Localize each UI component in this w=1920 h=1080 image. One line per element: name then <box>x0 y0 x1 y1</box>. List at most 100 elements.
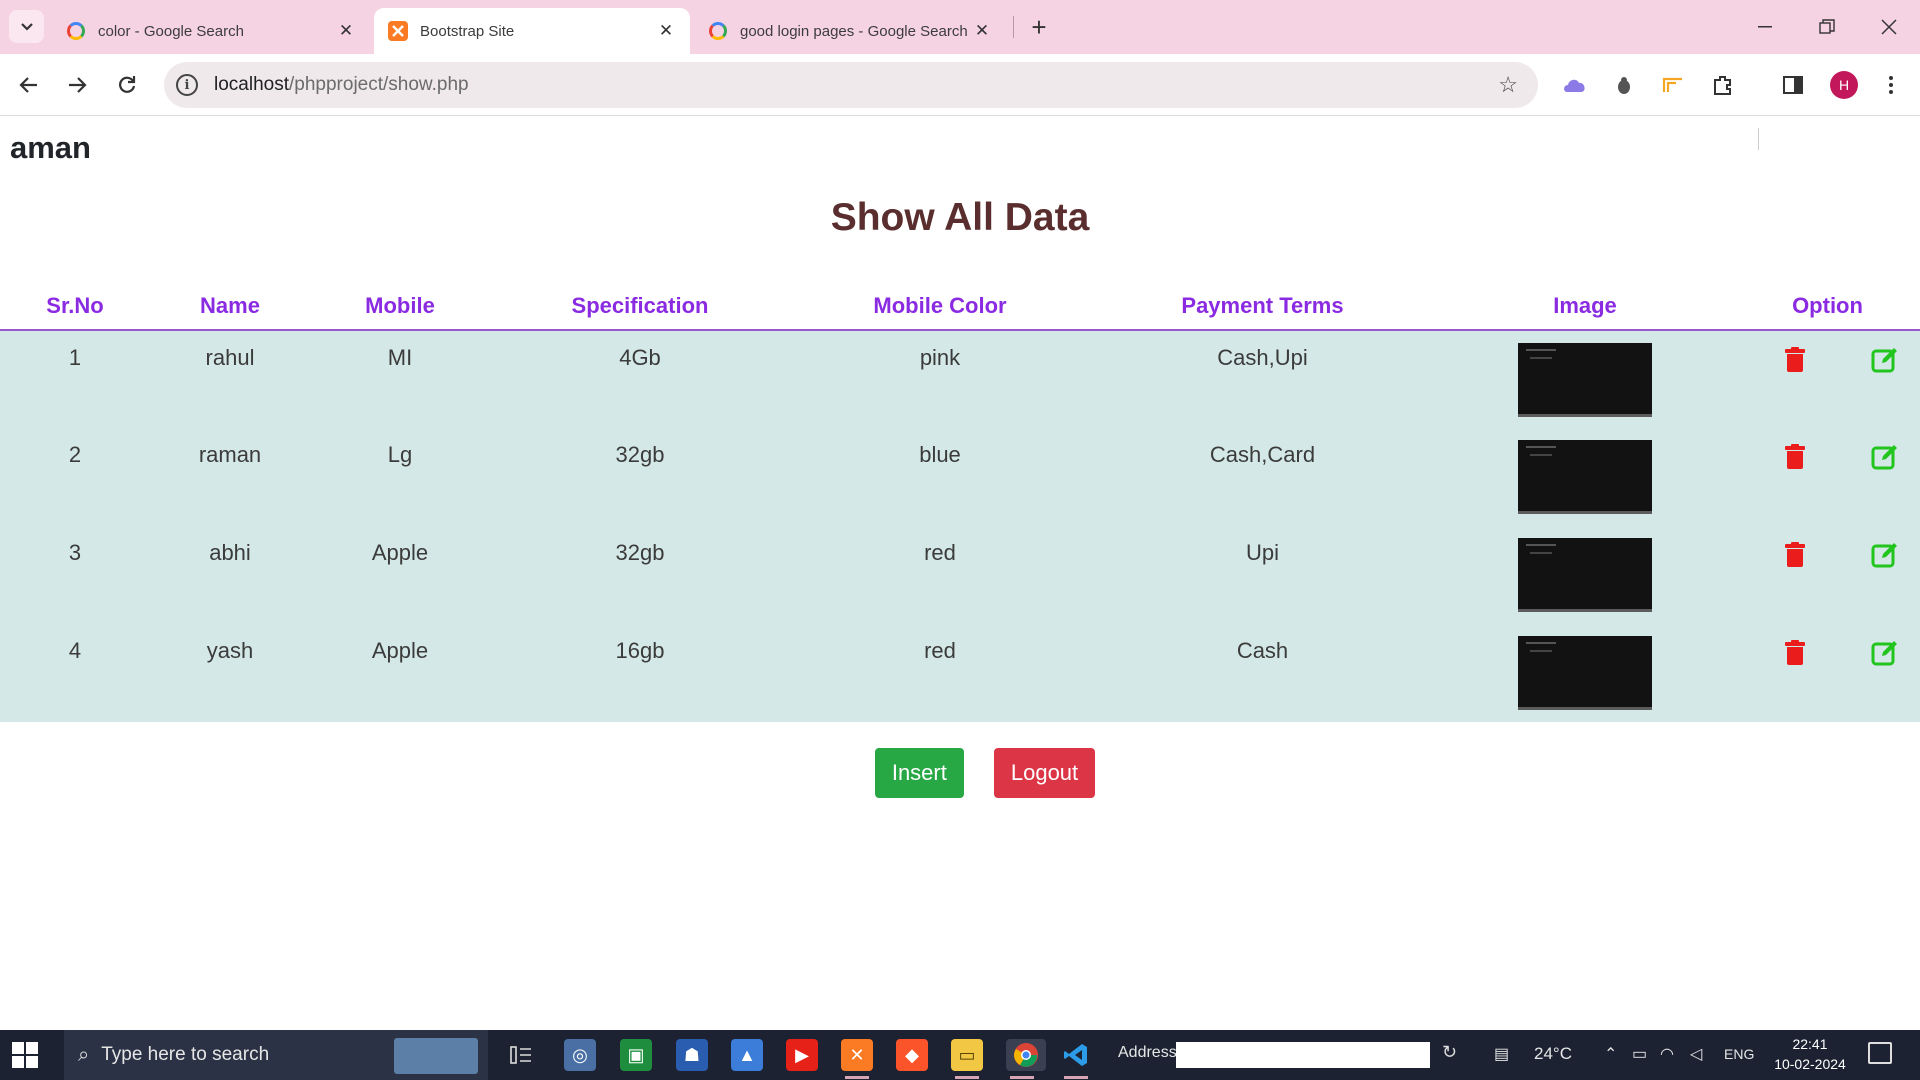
new-tab-button[interactable]: + <box>1024 12 1054 42</box>
arrow-right-icon <box>69 77 87 93</box>
cell-options <box>1735 526 1920 624</box>
tab-color-search[interactable]: color - Google Search ✕ <box>52 8 370 54</box>
cell-mobile-color: blue <box>790 428 1090 526</box>
cell-mobile-color: red <box>790 624 1090 722</box>
taskbar-search-box[interactable]: ⌕ Type here to search <box>64 1030 488 1080</box>
cell-payment-terms: Cash,Upi <box>1090 330 1435 428</box>
table-row: 1 rahul MI 4Gb pink Cash,Upi <box>0 330 1920 428</box>
chevron-up-icon[interactable]: ⌃ <box>1604 1044 1617 1064</box>
refresh-icon[interactable]: ↻ <box>1442 1042 1457 1063</box>
task-view-icon[interactable] <box>505 1039 537 1071</box>
volume-icon[interactable]: ◁ <box>1690 1044 1702 1064</box>
cell-image <box>1435 330 1735 428</box>
brave-browser-icon[interactable]: ◆ <box>896 1039 928 1071</box>
restore-button[interactable] <box>1804 10 1850 44</box>
row-image-thumbnail <box>1518 343 1652 417</box>
cell-specification: 32gb <box>490 526 790 624</box>
arrow-left-icon <box>19 77 37 93</box>
battery-icon[interactable]: ▭ <box>1632 1044 1647 1064</box>
cell-mobile-color: red <box>790 526 1090 624</box>
cell-name: rahul <box>150 330 310 428</box>
cell-mobile: Apple <box>310 526 490 624</box>
table-row: 2 raman Lg 32gb blue Cash,Card <box>0 428 1920 526</box>
wifi-icon[interactable]: ◠ <box>1660 1044 1674 1064</box>
cell-specification: 16gb <box>490 624 790 722</box>
screen-snip-icon[interactable]: ◎ <box>564 1039 596 1071</box>
system-clock[interactable]: 22:41 10-02-2024 <box>1768 1034 1852 1074</box>
file-explorer-icon[interactable]: ▭ <box>951 1039 983 1079</box>
toolbar-divider <box>1758 128 1759 150</box>
data-table: Sr.No Name Mobile Specification Mobile C… <box>0 282 1920 722</box>
forward-button[interactable] <box>60 68 94 102</box>
logged-in-username: aman <box>10 130 91 165</box>
close-window-button[interactable] <box>1866 10 1912 44</box>
column-header-mobile-color: Mobile Color <box>790 282 1090 331</box>
row-image-thumbnail <box>1518 440 1652 514</box>
edit-icon[interactable] <box>1871 442 1899 470</box>
tab-title: good login pages - Google Search <box>740 22 968 40</box>
close-icon[interactable]: ✕ <box>656 21 676 41</box>
cell-payment-terms: Upi <box>1090 526 1435 624</box>
notification-center-icon[interactable] <box>1868 1042 1892 1064</box>
side-panel-icon[interactable] <box>1776 68 1810 102</box>
language-indicator[interactable]: ENG <box>1724 1046 1754 1062</box>
minimize-button[interactable] <box>1742 10 1788 44</box>
xampp-taskbar-icon[interactable]: ✕ <box>841 1039 873 1079</box>
google-icon <box>66 21 86 41</box>
cell-mobile: MI <box>310 330 490 428</box>
extension-orange-icon[interactable] <box>1656 68 1690 102</box>
extension-bug-icon[interactable] <box>1607 68 1641 102</box>
cell-name: abhi <box>150 526 310 624</box>
edit-icon[interactable] <box>1871 638 1899 666</box>
url-text[interactable]: localhost/phpproject/show.php <box>214 74 469 96</box>
tab-bootstrap-site[interactable]: Bootstrap Site ✕ <box>374 8 690 54</box>
back-button[interactable] <box>12 68 46 102</box>
minimize-icon <box>1758 26 1772 28</box>
weather-icon[interactable]: ▤ <box>1494 1044 1509 1064</box>
action-buttons: Insert Logout <box>0 748 1920 798</box>
cell-options <box>1735 624 1920 722</box>
reload-button[interactable] <box>110 68 144 102</box>
close-icon <box>1881 19 1897 35</box>
cell-mobile: Lg <box>310 428 490 526</box>
close-icon[interactable]: ✕ <box>336 21 356 41</box>
windows-start-icon[interactable] <box>12 1042 38 1068</box>
column-header-mobile: Mobile <box>310 282 490 331</box>
address-bar[interactable]: i localhost/phpproject/show.php ☆ <box>164 62 1538 108</box>
cell-srno: 2 <box>0 428 150 526</box>
delete-trash-icon[interactable] <box>1785 347 1805 373</box>
cell-image <box>1435 428 1735 526</box>
close-icon[interactable]: ✕ <box>972 21 992 41</box>
delete-trash-icon[interactable] <box>1785 542 1805 568</box>
extension-cloud-icon[interactable] <box>1558 68 1592 102</box>
tab-title: color - Google Search <box>98 22 244 40</box>
insert-button[interactable]: Insert <box>874 748 964 798</box>
menu-dots-icon[interactable] <box>1874 68 1908 102</box>
address-toolbar-input[interactable] <box>1176 1042 1430 1068</box>
cell-srno: 4 <box>0 624 150 722</box>
cell-name: yash <box>150 624 310 722</box>
people-icon[interactable]: ☗ <box>676 1039 708 1071</box>
bookmark-star-icon[interactable]: ☆ <box>1498 72 1518 98</box>
edit-icon[interactable] <box>1871 540 1899 568</box>
chrome-icon[interactable] <box>1006 1039 1046 1079</box>
vscode-icon[interactable] <box>1060 1039 1092 1079</box>
temperature-text[interactable]: 24°C <box>1534 1044 1572 1064</box>
extensions-puzzle-icon[interactable] <box>1706 68 1740 102</box>
tab-separator <box>1013 16 1014 38</box>
site-info-icon[interactable]: i <box>176 74 198 96</box>
cell-image <box>1435 624 1735 722</box>
edit-icon[interactable] <box>1871 345 1899 373</box>
taskbar-search-placeholder: Type here to search <box>101 1044 270 1065</box>
tab-search-button[interactable] <box>9 10 44 43</box>
delete-trash-icon[interactable] <box>1785 640 1805 666</box>
classroom-icon[interactable]: ▣ <box>620 1039 652 1071</box>
tab-login-pages-search[interactable]: good login pages - Google Search ✕ <box>694 8 1006 54</box>
delete-trash-icon[interactable] <box>1785 444 1805 470</box>
logout-button[interactable]: Logout <box>993 748 1096 798</box>
column-header-name: Name <box>150 282 310 331</box>
photos-icon[interactable]: ▲ <box>731 1039 763 1071</box>
profile-avatar[interactable]: H <box>1830 71 1858 99</box>
youtube-icon[interactable]: ▶ <box>786 1039 818 1071</box>
search-highlight-icon <box>394 1038 478 1074</box>
